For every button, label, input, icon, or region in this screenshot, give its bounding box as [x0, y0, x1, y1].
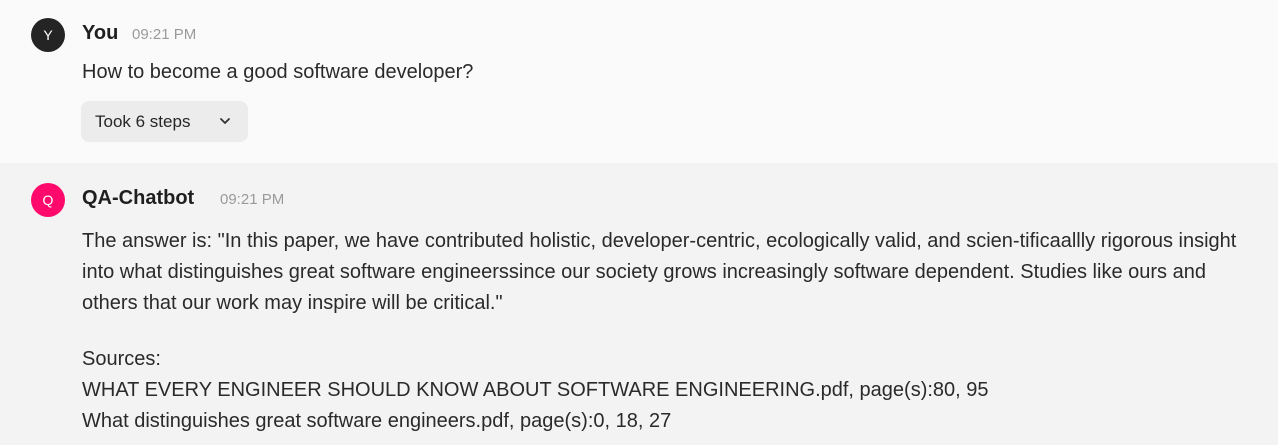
source-item: What distinguishes great software engine…: [82, 410, 672, 432]
user-author-name: You: [82, 22, 119, 44]
bot-answer-text: The answer is: "In this paper, we have c…: [82, 230, 1237, 314]
bot-message-time: 09:21 PM: [220, 191, 285, 208]
chat-thread: Y You 09:21 PM How to become a good soft…: [0, 0, 1278, 445]
user-message-text: How to become a good software developer?: [82, 61, 474, 83]
chevron-down-icon: [220, 118, 230, 124]
bot-author-name: QA-Chatbot: [82, 187, 195, 209]
steps-toggle-button[interactable]: Took 6 steps: [81, 101, 248, 142]
steps-toggle-label: Took 6 steps: [95, 111, 191, 131]
user-message: Y You 09:21 PM How to become a good soft…: [0, 0, 1278, 163]
user-message-time: 09:21 PM: [132, 26, 197, 43]
bot-avatar: Q: [31, 183, 65, 217]
user-avatar: Y: [31, 18, 65, 52]
bot-avatar-letter: Q: [42, 192, 54, 208]
user-avatar-letter: Y: [43, 27, 53, 43]
sources-list: Sources: WHAT EVERY ENGINEER SHOULD KNOW…: [82, 344, 989, 437]
sources-heading: Sources:: [82, 348, 161, 370]
source-item: WHAT EVERY ENGINEER SHOULD KNOW ABOUT SO…: [82, 379, 989, 401]
